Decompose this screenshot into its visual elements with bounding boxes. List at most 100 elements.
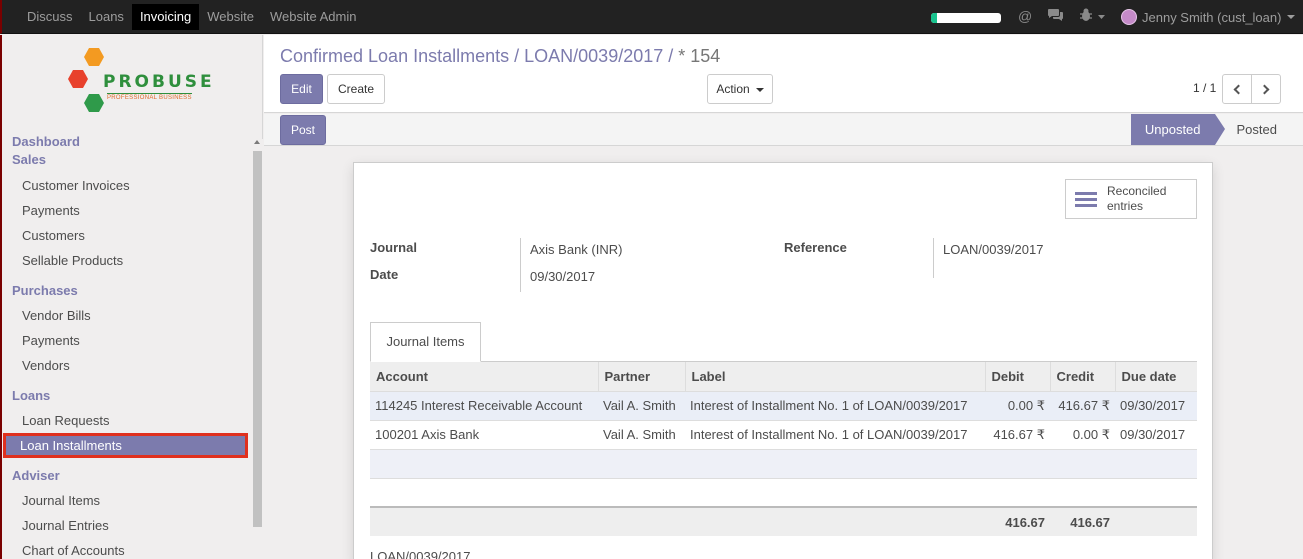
- breadcrumb-separator: /: [509, 46, 525, 66]
- chat-icon[interactable]: [1047, 8, 1064, 25]
- reconciled-entries-button[interactable]: Reconciled entries: [1065, 179, 1197, 219]
- logo-text: PROBUSE: [103, 72, 215, 92]
- table-header: Account Partner Label Debit Credit Due d…: [370, 362, 1197, 391]
- logo-tagline: PROFESSIONAL BUSINESS: [107, 93, 192, 101]
- control-panel: Confirmed Loan Installments / LOAN/0039/…: [264, 35, 1303, 113]
- cell-account: 114245 Interest Receivable Account: [370, 390, 598, 420]
- sidebar-section-purchases: Purchases: [12, 283, 78, 298]
- table-footer-totals: 416.67 416.67: [370, 506, 1197, 536]
- cell-due-date: 09/30/2017: [1115, 390, 1197, 420]
- cell-debit: 416.67 ₹: [985, 419, 1050, 449]
- cell-label: Interest of Installment No. 1 of LOAN/00…: [685, 390, 985, 420]
- edit-button[interactable]: Edit: [280, 74, 323, 104]
- cell-credit: 416.67 ₹: [1050, 390, 1115, 420]
- form-sheet: Reconciled entries Journal Date Axis Ban…: [353, 162, 1213, 559]
- journal-items-table: Account Partner Label Debit Credit Due d…: [370, 362, 1197, 536]
- journal-field[interactable]: Axis Bank (INR): [530, 242, 622, 257]
- post-button[interactable]: Post: [280, 115, 326, 145]
- reconciled-entries-label: Reconciled entries: [1107, 184, 1167, 213]
- action-dropdown[interactable]: Action: [707, 74, 773, 104]
- form-statusbar: Post Unposted Posted: [264, 114, 1303, 146]
- journal-label: Journal: [370, 240, 417, 255]
- scrollbar-thumb[interactable]: [253, 151, 262, 527]
- user-menu[interactable]: Jenny Smith (cust_loan): [1121, 9, 1296, 25]
- column-partner[interactable]: Partner: [597, 362, 685, 391]
- sidebar-item-chart-of-accounts[interactable]: Chart of Accounts: [2, 538, 250, 559]
- breadcrumb-installments[interactable]: Confirmed Loan Installments: [280, 46, 509, 66]
- menu-loans[interactable]: Loans: [81, 4, 132, 30]
- top-navbar: Discuss Loans Invoicing Website Website …: [0, 0, 1303, 34]
- mention-icon[interactable]: @: [1018, 8, 1032, 24]
- table-row[interactable]: 114245 Interest Receivable Account Vail …: [370, 390, 1197, 420]
- breadcrumb-current: * 154: [678, 46, 721, 66]
- chevron-right-icon: [1259, 84, 1270, 95]
- menu-website[interactable]: Website: [199, 4, 262, 30]
- breadcrumb-loan[interactable]: LOAN/0039/2017: [524, 46, 663, 66]
- sidebar-section-adviser: Adviser: [12, 468, 60, 483]
- scroll-up-icon[interactable]: [254, 140, 260, 144]
- total-credit: 416.67: [1050, 506, 1115, 536]
- menu-website-admin[interactable]: Website Admin: [262, 4, 364, 30]
- sidebar-scrollbar[interactable]: [251, 139, 263, 559]
- reference-field[interactable]: LOAN/0039/2017: [943, 242, 1043, 257]
- sidebar-section-sales: Sales: [12, 152, 46, 167]
- column-credit[interactable]: Credit: [1049, 362, 1115, 391]
- date-field[interactable]: 09/30/2017: [530, 269, 595, 284]
- cell-partner: Vail A. Smith: [598, 419, 685, 449]
- sidebar-section-loans: Loans: [12, 388, 51, 403]
- sidebar-item-loan-requests[interactable]: Loan Requests: [2, 408, 250, 433]
- tab-journal-items[interactable]: Journal Items: [370, 322, 481, 362]
- sidebar-menu: Dashboard Sales Customer Invoices Paymen…: [2, 133, 250, 559]
- sidebar-item-customer-invoices[interactable]: Customer Invoices: [2, 173, 250, 198]
- sidebar-item-dashboard[interactable]: Dashboard: [2, 133, 250, 151]
- field-divider: [520, 238, 521, 292]
- sidebar-item-vendor-payments[interactable]: Payments: [2, 328, 250, 353]
- stage-unposted[interactable]: Unposted: [1130, 114, 1225, 145]
- sidebar-item-payments[interactable]: Payments: [2, 198, 250, 223]
- column-due-date[interactable]: Due date: [1114, 362, 1197, 391]
- menu-invoicing[interactable]: Invoicing: [131, 4, 200, 30]
- debug-bug-icon[interactable]: [1079, 8, 1105, 25]
- planner-progress-bar[interactable]: [931, 13, 1001, 23]
- cell-partner: Vail A. Smith: [598, 390, 685, 420]
- column-debit[interactable]: Debit: [984, 362, 1050, 391]
- table-row[interactable]: 100201 Axis Bank Vail A. Smith Interest …: [370, 419, 1197, 449]
- app-menu: Discuss Loans Invoicing Website Website …: [19, 4, 364, 30]
- sidebar-item-vendor-bills[interactable]: Vendor Bills: [2, 303, 250, 328]
- sidebar-item-loan-installments[interactable]: Loan Installments: [3, 433, 248, 458]
- total-debit: 416.67: [985, 506, 1050, 536]
- table-row-empty: [370, 477, 1197, 507]
- stage-posted[interactable]: Posted: [1215, 114, 1291, 145]
- user-name: Jenny Smith (cust_loan): [1142, 9, 1282, 25]
- list-icon: [1075, 189, 1097, 210]
- menu-discuss[interactable]: Discuss: [19, 4, 81, 30]
- sidebar-item-customers[interactable]: Customers: [2, 223, 250, 248]
- action-label: Action: [716, 82, 750, 96]
- company-logo[interactable]: PROBUSE PROFESSIONAL BUSINESS: [64, 47, 212, 122]
- narration-field[interactable]: LOAN/0039/2017: [370, 549, 470, 559]
- cell-account: 100201 Axis Bank: [370, 419, 598, 449]
- reference-label: Reference: [784, 240, 847, 255]
- column-account[interactable]: Account: [370, 362, 598, 391]
- breadcrumb: Confirmed Loan Installments / LOAN/0039/…: [280, 46, 720, 67]
- pager-value[interactable]: 1 / 1: [1193, 81, 1216, 95]
- field-divider: [933, 238, 934, 278]
- date-label: Date: [370, 267, 399, 282]
- sidebar-item-journal-entries[interactable]: Journal Entries: [2, 513, 250, 538]
- logo-hex-red: [68, 70, 88, 88]
- pager-next-button[interactable]: [1251, 74, 1281, 104]
- pager-previous-button[interactable]: [1222, 74, 1252, 104]
- chevron-down-icon: [1287, 15, 1296, 19]
- chevron-left-icon: [1233, 84, 1244, 95]
- status-stages: Unposted Posted: [1130, 114, 1291, 145]
- avatar: [1121, 9, 1137, 25]
- sidebar: PROBUSE PROFESSIONAL BUSINESS Dashboard …: [0, 35, 263, 559]
- progress-fill: [931, 13, 937, 23]
- sidebar-item-vendors[interactable]: Vendors: [2, 353, 250, 378]
- sidebar-item-sellable-products[interactable]: Sellable Products: [2, 248, 250, 273]
- column-label[interactable]: Label: [684, 362, 985, 391]
- sidebar-item-journal-items[interactable]: Journal Items: [2, 488, 250, 513]
- create-button[interactable]: Create: [327, 74, 385, 104]
- cell-due-date: 09/30/2017: [1115, 419, 1197, 449]
- cell-debit: 0.00 ₹: [985, 390, 1050, 420]
